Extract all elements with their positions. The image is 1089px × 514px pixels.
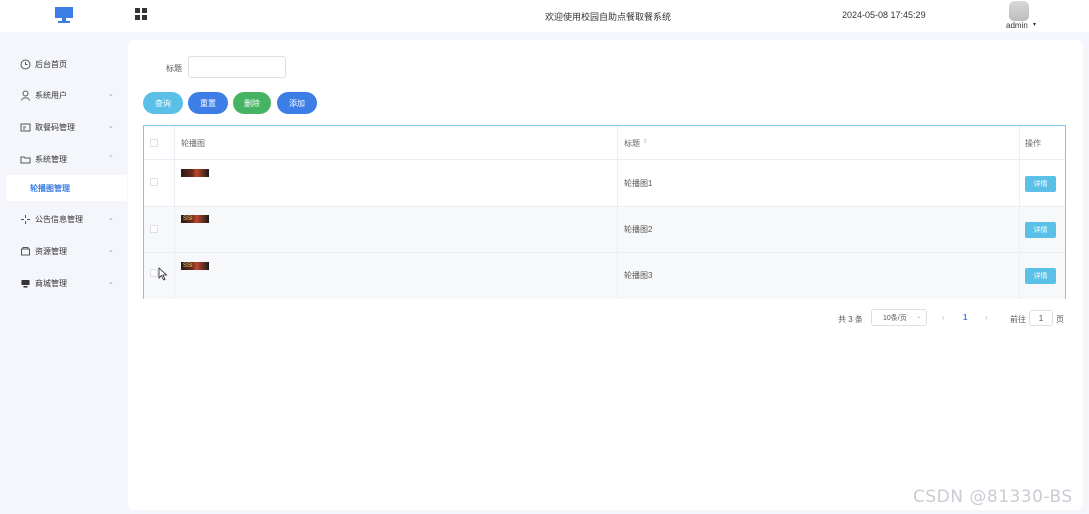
chevron-down-icon: ⌄ — [108, 247, 114, 254]
sidebar-item-label: 资源管理 — [35, 246, 67, 256]
sidebar-item-pickup-code[interactable]: 取餐码管理 ⌄ — [0, 113, 127, 141]
row-image-cell: SSI — [175, 207, 618, 252]
page-unit-label: 页 — [1056, 315, 1064, 324]
sidebar-subitem-carousel[interactable]: 轮播图管理 — [6, 175, 127, 201]
add-button[interactable]: 添加 — [277, 92, 317, 114]
folder-icon — [20, 154, 31, 165]
query-button[interactable]: 查询 — [143, 92, 183, 114]
page-size-value: 10条/页 — [883, 314, 907, 322]
row-checkbox[interactable] — [150, 178, 158, 186]
sidebar-item-resources[interactable]: 资源管理 ⌄ — [0, 237, 127, 265]
prev-page-button[interactable]: ‹ — [942, 313, 945, 322]
row-title-cell: 轮播图2 — [618, 207, 1020, 252]
sidebar-item-label: 取餐码管理 — [35, 122, 75, 132]
next-page-button[interactable]: › — [985, 313, 988, 322]
sort-icon[interactable]: ⇳ — [643, 138, 648, 145]
row-title-cell: 轮播图3 — [618, 253, 1020, 299]
top-header: 欢迎使用校园自助点餐取餐系统 2024-05-08 17:45:29 admin… — [0, 0, 1089, 32]
table-header-row: 轮播图 标题 ⇳ 操作 — [144, 126, 1065, 160]
header-title-cell[interactable]: 标题 ⇳ — [618, 126, 1020, 159]
search-title-input[interactable] — [188, 56, 286, 78]
carousel-thumbnail[interactable]: SSI — [181, 262, 209, 270]
monitor-logo-icon — [54, 6, 74, 24]
sidebar-item-system[interactable]: 系统管理 ⌃ — [0, 145, 127, 173]
header-checkbox-cell — [144, 126, 175, 159]
reset-button[interactable]: 重置 — [188, 92, 228, 114]
row-checkbox[interactable] — [150, 269, 158, 277]
row-checkbox-cell — [144, 207, 175, 252]
chevron-up-icon: ⌃ — [108, 155, 114, 162]
search-title-label: 标题 — [166, 64, 182, 73]
chevron-down-icon: ⌄ — [915, 314, 921, 320]
chevron-down-icon: ⌄ — [108, 279, 114, 286]
current-datetime: 2024-05-08 17:45:29 — [842, 10, 926, 20]
table-row: SSI 轮播图3 详情 — [144, 253, 1065, 299]
sidebar-item-label: 公告信息管理 — [35, 214, 83, 224]
avatar[interactable] — [1009, 1, 1029, 21]
sidebar-item-label: 系统管理 — [35, 154, 67, 164]
mouse-cursor-icon — [158, 267, 168, 281]
grid-menu-icon[interactable] — [135, 8, 147, 20]
page-size-select[interactable]: 10条/页 ⌄ — [871, 309, 927, 326]
goto-page-input[interactable]: 1 — [1029, 310, 1053, 326]
row-title: 轮播图1 — [624, 179, 653, 188]
row-action-cell: 详情 — [1020, 253, 1065, 299]
sidebar-subitem-label: 轮播图管理 — [30, 183, 70, 193]
row-image-cell: SSI — [175, 253, 618, 299]
sparkle-icon — [20, 214, 31, 225]
header-action-cell: 操作 — [1020, 126, 1065, 159]
sidebar-item-mall[interactable]: 商城管理 ⌄ — [0, 269, 127, 297]
row-title: 轮播图2 — [624, 225, 653, 234]
column-header-image: 轮播图 — [181, 139, 205, 148]
sidebar-item-label: 后台首页 — [35, 59, 67, 69]
table-row: 轮播图1 详情 — [144, 160, 1065, 207]
row-title: 轮播图3 — [624, 271, 653, 280]
header-image-cell: 轮播图 — [175, 126, 618, 159]
column-header-action: 操作 — [1025, 139, 1041, 148]
goto-label: 前往 — [1010, 315, 1026, 324]
user-menu-label[interactable]: admin — [1006, 21, 1028, 30]
thumbnail-text: SSI — [183, 216, 193, 222]
chevron-down-icon: ⌄ — [108, 215, 114, 222]
detail-button[interactable]: 详情 — [1025, 268, 1056, 284]
clock-icon — [20, 59, 31, 70]
column-header-title: 标题 — [624, 139, 640, 148]
row-title-cell: 轮播图1 — [618, 160, 1020, 206]
thumbnail-text: SSI — [183, 263, 193, 269]
chevron-down-icon: ⌄ — [108, 91, 114, 98]
chevron-down-icon: ⌄ — [108, 123, 114, 130]
carousel-table: 轮播图 标题 ⇳ 操作 轮播图1 详情 SSI 轮播图2 详情 SSI 轮播图3… — [143, 125, 1066, 299]
user-icon — [20, 90, 31, 101]
carousel-thumbnail[interactable] — [181, 169, 209, 177]
detail-button[interactable]: 详情 — [1025, 176, 1056, 192]
current-page-number[interactable]: 1 — [963, 313, 967, 322]
caret-down-icon[interactable]: ▾ — [1033, 21, 1036, 28]
sidebar-item-dashboard[interactable]: 后台首页 — [0, 50, 127, 78]
table-row: SSI 轮播图2 详情 — [144, 207, 1065, 253]
pagination-total: 共 3 条 — [838, 315, 863, 324]
sidebar-item-label: 系统用户 — [35, 90, 67, 100]
row-image-cell — [175, 160, 618, 206]
row-checkbox-cell — [144, 160, 175, 206]
select-all-checkbox[interactable] — [150, 139, 158, 147]
row-action-cell: 详情 — [1020, 160, 1065, 206]
carousel-thumbnail[interactable]: SSI — [181, 215, 209, 223]
box-icon — [20, 246, 31, 257]
row-action-cell: 详情 — [1020, 207, 1065, 252]
system-title: 欢迎使用校园自助点餐取餐系统 — [545, 12, 672, 22]
card-icon — [20, 122, 31, 133]
sidebar-item-label: 商城管理 — [35, 278, 67, 288]
detail-button[interactable]: 详情 — [1025, 222, 1056, 238]
sidebar-item-notice[interactable]: 公告信息管理 ⌄ — [0, 205, 127, 233]
monitor-icon — [20, 278, 31, 289]
delete-button[interactable]: 删除 — [233, 92, 271, 114]
sidebar-item-users[interactable]: 系统用户 ⌄ — [0, 81, 127, 109]
watermark: CSDN @81330-BS — [913, 487, 1073, 507]
row-checkbox[interactable] — [150, 225, 158, 233]
